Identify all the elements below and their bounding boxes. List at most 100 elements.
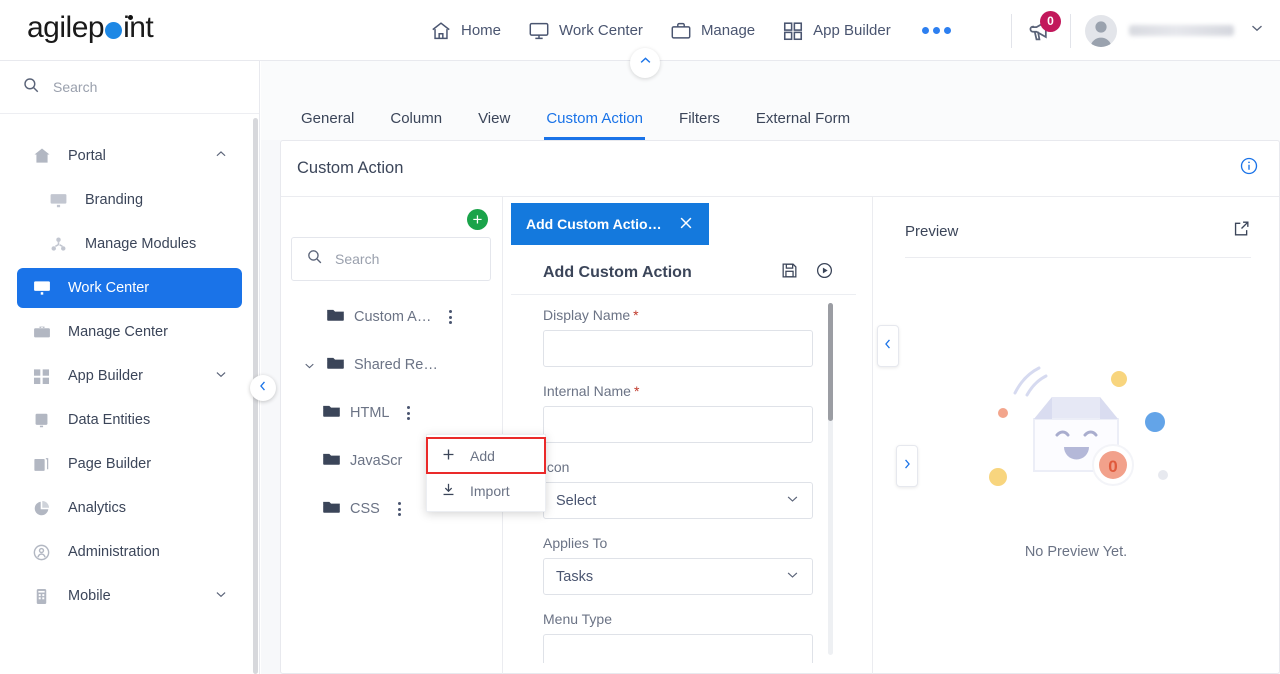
sidebar-item-manage-center[interactable]: Manage Center	[17, 312, 242, 352]
preview-title: Preview	[905, 222, 959, 240]
header-divider-1	[1011, 13, 1012, 48]
nav-item-manage[interactable]: Manage	[670, 20, 755, 42]
avatar[interactable]	[1085, 14, 1117, 47]
play-circle-icon[interactable]	[815, 261, 834, 285]
tab-view[interactable]: View	[460, 110, 528, 140]
header-divider-2	[1070, 13, 1071, 48]
save-icon[interactable]	[780, 261, 799, 285]
tab-filters[interactable]: Filters	[661, 110, 738, 140]
context-menu-item-add[interactable]: Add	[426, 437, 546, 474]
tab-custom-action[interactable]: Custom Action	[528, 110, 661, 140]
nav-item-work-center[interactable]: Work Center	[528, 20, 643, 42]
nav-item-app-builder[interactable]: App Builder	[782, 20, 891, 42]
tree-row-menu-button[interactable]	[446, 307, 455, 327]
expand-preview-panel-handle[interactable]	[896, 445, 918, 487]
sidebar-item-mobile[interactable]: Mobile	[17, 576, 242, 616]
brand-logo[interactable]: agilep int	[27, 11, 154, 45]
tree-row-custom-actions[interactable]: Custom A…	[281, 293, 503, 341]
context-menu-item-import-label: Import	[470, 482, 510, 499]
sidebar-item-work-center-label: Work Center	[68, 280, 150, 296]
grid-icon	[782, 20, 804, 42]
user-menu-chevron-down-icon[interactable]	[1248, 19, 1266, 42]
user-shield-icon	[31, 542, 52, 563]
sidebar-item-analytics[interactable]: Analytics	[17, 488, 242, 528]
sidebar-collapse-button[interactable]	[250, 375, 276, 401]
required-marker: *	[633, 383, 640, 399]
field-menu-type: Menu Type	[543, 611, 813, 663]
add-resource-button[interactable]: +	[467, 209, 488, 230]
briefcase-icon	[31, 322, 52, 343]
preview-header: Preview	[905, 219, 1251, 258]
internal-name-input[interactable]	[543, 406, 813, 443]
tree-row-menu-button[interactable]	[395, 499, 404, 519]
tree-row-label: HTML	[350, 405, 390, 421]
brand-logo-dot	[105, 21, 123, 39]
sidebar-item-branding-label: Branding	[85, 192, 144, 208]
header-right-group: 0	[997, 0, 1266, 61]
chevron-down-icon[interactable]	[214, 367, 228, 385]
icon-select[interactable]: Select	[543, 482, 813, 519]
menu-type-input[interactable]	[543, 634, 813, 663]
chevron-left-icon	[881, 337, 895, 356]
tree-row-label: CSS	[350, 501, 380, 517]
chevron-up-icon	[638, 53, 653, 73]
context-menu-item-import[interactable]: Import	[427, 473, 545, 508]
brand-logo-text-1: agilep	[27, 11, 105, 44]
sidebar-item-data-entities-label: Data Entities	[68, 412, 151, 428]
chevron-right-icon	[900, 457, 914, 476]
search-icon	[306, 248, 323, 270]
announcements-button[interactable]: 0	[1026, 10, 1061, 46]
announcements-badge: 0	[1040, 10, 1061, 32]
sidebar-item-mobile-label: Mobile	[68, 588, 111, 604]
tree-search-input[interactable]: Search	[291, 237, 491, 281]
home-icon	[31, 146, 52, 167]
sidebar-item-page-builder[interactable]: Page Builder	[17, 444, 242, 484]
chevron-down-icon	[785, 491, 800, 510]
close-icon[interactable]	[677, 214, 695, 235]
nav-item-home[interactable]: Home	[430, 20, 501, 42]
collapse-header-button[interactable]	[630, 48, 660, 78]
dialog-body: Add Custom Action Display Name * Interna…	[511, 245, 856, 665]
sidebar-item-administration[interactable]: Administration	[17, 532, 242, 572]
sidebar-item-branding[interactable]: Branding	[34, 180, 242, 220]
tree-context-menu: Add Import	[426, 434, 546, 512]
sidebar-item-manage-modules[interactable]: Manage Modules	[34, 224, 242, 264]
nav-more-button[interactable]	[918, 27, 955, 34]
sidebar-search[interactable]: Search	[0, 61, 259, 114]
main-navigation: Home Work Center Manage App Builder	[430, 0, 955, 61]
applies-to-select[interactable]: Tasks	[543, 558, 813, 595]
page-title: Custom Action	[297, 159, 404, 177]
tree-row-shared-resources[interactable]: Shared Re…	[281, 341, 503, 389]
chevron-up-icon[interactable]	[214, 147, 228, 165]
tree-search-placeholder: Search	[335, 251, 380, 267]
external-link-icon[interactable]	[1232, 219, 1251, 243]
chevron-down-icon[interactable]	[214, 587, 228, 605]
sidebar-item-work-center[interactable]: Work Center	[17, 268, 242, 308]
tree-row-menu-button[interactable]	[404, 403, 413, 423]
dialog-scrollbar-thumb[interactable]	[828, 303, 833, 421]
more-dot-1	[921, 27, 929, 34]
display-name-input[interactable]	[543, 330, 813, 367]
icon-select-value: Select	[556, 492, 597, 509]
tab-general[interactable]: General	[283, 110, 372, 140]
field-applies-to-label: Applies To	[543, 535, 608, 551]
sidebar-item-data-entities[interactable]: Data Entities	[17, 400, 242, 440]
add-custom-action-dialog: Add Custom Actio… Add Custom Action Disp…	[503, 197, 873, 674]
required-marker: *	[633, 307, 639, 323]
info-icon[interactable]	[1239, 156, 1259, 181]
dialog-tab-header[interactable]: Add Custom Actio…	[511, 203, 709, 245]
tab-external-form[interactable]: External Form	[738, 110, 868, 140]
preview-empty-state: 0 No Preview Yet.	[873, 347, 1279, 560]
tab-column[interactable]: Column	[372, 110, 460, 140]
sidebar-item-app-builder[interactable]: App Builder	[17, 356, 242, 396]
folder-icon	[321, 497, 342, 522]
avatar-icon	[1090, 20, 1112, 47]
tree-row-label: JavaScr	[350, 453, 403, 469]
sidebar-item-portal[interactable]: Portal	[17, 136, 242, 176]
preview-empty-badge: 0	[1108, 457, 1117, 476]
dialog-title: Add Custom Action	[543, 263, 692, 281]
collapse-form-panel-handle[interactable]	[877, 325, 899, 367]
chevron-down-icon[interactable]	[303, 359, 317, 372]
field-menu-type-label: Menu Type	[543, 611, 613, 627]
tree-row-html[interactable]: HTML	[281, 389, 503, 437]
